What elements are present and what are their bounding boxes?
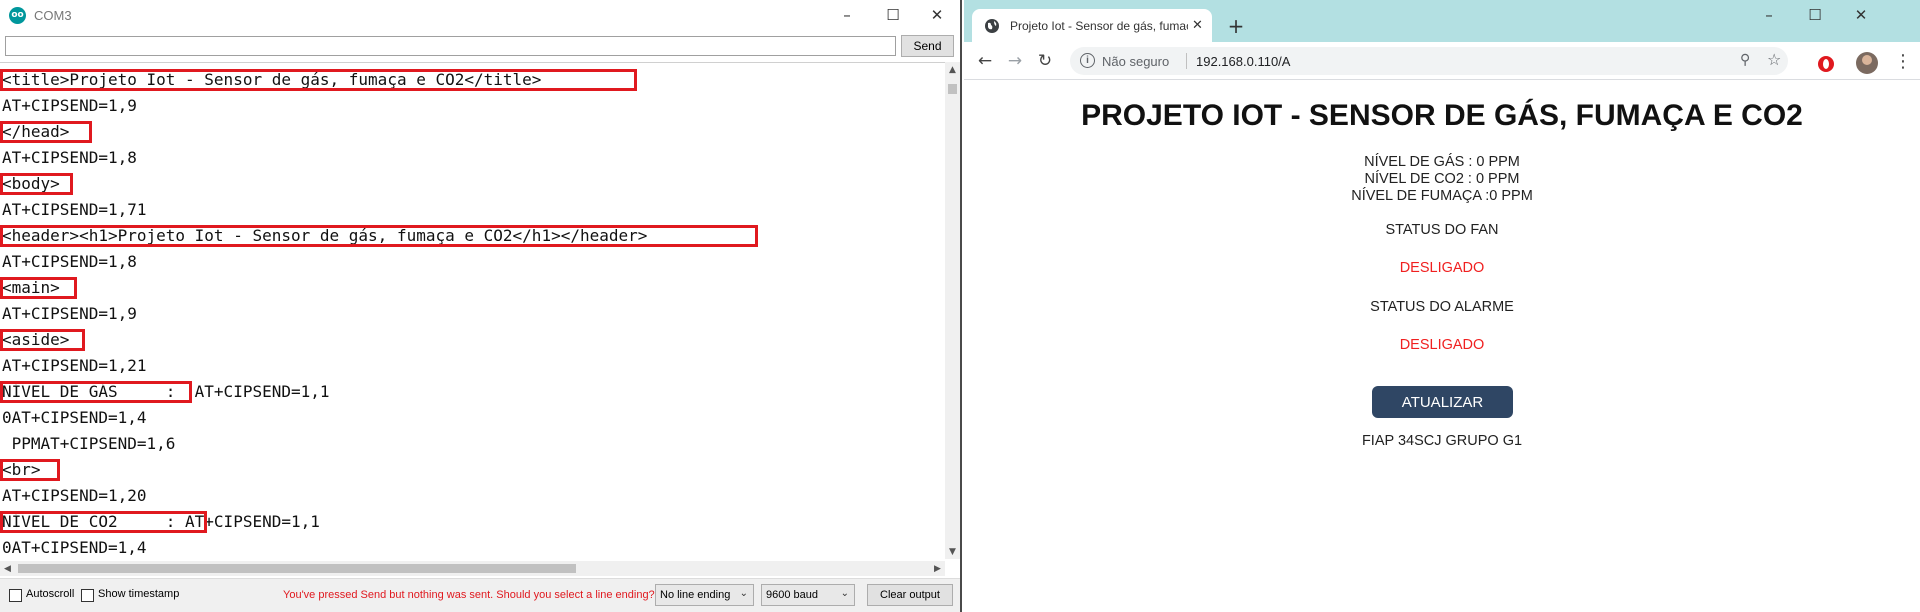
scroll-thumb[interactable] xyxy=(948,84,957,94)
page-title: PROJETO IOT - SENSOR DE GÁS, FUMAÇA E CO… xyxy=(1081,99,1803,132)
close-tab-icon[interactable]: ✕ xyxy=(1192,18,1203,33)
tab-active[interactable]: Projeto Iot - Sensor de gás, fumaça e CO… xyxy=(972,9,1212,42)
baud-rate-select[interactable]: 9600 baud ⌄ xyxy=(761,584,855,606)
serial-output[interactable]: <title>Projeto Iot - Sensor de gás, fuma… xyxy=(0,62,945,559)
output-line: AT+CIPSEND=1,20 xyxy=(2,486,147,505)
close-icon[interactable]: ✕ xyxy=(1838,0,1884,30)
output-line: AT+CIPSEND=1,9 xyxy=(2,304,137,323)
maximize-icon[interactable]: ☐ xyxy=(1792,0,1838,30)
line-ending-value: No line ending xyxy=(660,589,731,601)
back-icon[interactable]: ← xyxy=(972,48,998,74)
horizontal-scrollbar[interactable]: ◀ ▶ xyxy=(0,561,945,576)
output-line: AT+CIPSEND=1,8 xyxy=(2,252,137,271)
highlight-box xyxy=(0,69,637,91)
chevron-down-icon: ⌄ xyxy=(840,588,849,599)
clear-output-button[interactable]: Clear output xyxy=(867,584,953,606)
highlight-box xyxy=(0,121,92,143)
highlight-box xyxy=(0,173,73,195)
url-text: 192.168.0.110/A xyxy=(1196,54,1291,69)
smoke-level: NÍVEL DE FUMAÇA :0 PPM xyxy=(1351,188,1533,204)
baud-rate-value: 9600 baud xyxy=(766,589,818,601)
forward-icon[interactable]: → xyxy=(1002,48,1028,74)
serial-statusbar: Autoscroll Show timestamp You've pressed… xyxy=(0,578,960,612)
close-icon[interactable]: ✕ xyxy=(914,0,960,30)
new-tab-icon[interactable]: + xyxy=(1222,12,1250,40)
menu-icon[interactable]: ⋮ xyxy=(1894,52,1912,72)
scroll-down-icon[interactable]: ▼ xyxy=(945,544,960,559)
separator xyxy=(1186,53,1187,69)
output-line: 0AT+CIPSEND=1,4 xyxy=(2,408,147,427)
globe-icon xyxy=(985,18,999,33)
tab-title: Projeto Iot - Sensor de gás, fumaça e CO… xyxy=(1010,18,1188,33)
output-line: AT+CIPSEND=1,71 xyxy=(2,200,147,219)
send-row: Send xyxy=(0,34,960,57)
output-line: 0AT+CIPSEND=1,4 xyxy=(2,538,147,557)
autoscroll-label: Autoscroll xyxy=(26,588,75,600)
line-ending-select[interactable]: No line ending ⌄ xyxy=(655,584,754,606)
avatar[interactable] xyxy=(1856,52,1878,74)
chevron-down-icon: ⌄ xyxy=(739,588,748,599)
window-title: COM3 xyxy=(34,7,72,23)
gas-level: NÍVEL DE GÁS : 0 PPM xyxy=(1364,154,1520,170)
scroll-up-icon[interactable]: ▲ xyxy=(945,62,960,77)
opera-extension-icon[interactable] xyxy=(1818,56,1834,72)
serial-titlebar: oo COM3 – ☐ ✕ xyxy=(0,0,960,30)
info-icon[interactable]: i xyxy=(1080,53,1095,68)
tab-strip: Projeto Iot - Sensor de gás, fumaça e CO… xyxy=(964,0,1920,42)
serial-monitor-window: oo COM3 – ☐ ✕ Send <title>Projeto Iot - … xyxy=(0,0,962,612)
highlight-box xyxy=(0,277,77,299)
fan-status-label: STATUS DO FAN xyxy=(1385,222,1499,238)
alarm-status: DESLIGADO xyxy=(1399,337,1485,353)
bookmark-star-icon[interactable]: ☆ xyxy=(1767,50,1781,69)
maximize-icon[interactable]: ☐ xyxy=(870,0,916,30)
timestamp-checkbox[interactable] xyxy=(81,589,94,602)
web-page: PROJETO IOT - SENSOR DE GÁS, FUMAÇA E CO… xyxy=(964,81,1920,612)
output-line: AT+CIPSEND=1,8 xyxy=(2,148,137,167)
send-button[interactable]: Send xyxy=(901,35,954,57)
output-line: PPMAT+CIPSEND=1,6 xyxy=(2,434,176,453)
security-label: Não seguro xyxy=(1102,54,1170,69)
output-line: AT+CIPSEND=1,21 xyxy=(2,356,147,375)
scroll-right-icon[interactable]: ▶ xyxy=(930,561,945,576)
footer-text: FIAP 34SCJ GRUPO G1 xyxy=(1361,433,1523,449)
zoom-icon[interactable]: ⚲ xyxy=(1740,52,1750,68)
arduino-icon: oo xyxy=(9,6,26,24)
highlight-box xyxy=(0,381,192,403)
vertical-scrollbar[interactable]: ▲ ▼ xyxy=(945,62,960,559)
warning-text: You've pressed Send but nothing was sent… xyxy=(283,589,655,601)
highlight-box xyxy=(0,225,758,247)
fan-status: DESLIGADO xyxy=(1399,260,1485,276)
browser-window: Projeto Iot - Sensor de gás, fumaça e CO… xyxy=(964,0,1920,612)
timestamp-label: Show timestamp xyxy=(98,588,180,600)
address-bar[interactable]: i Não seguro 192.168.0.110/A ⚲ ☆ xyxy=(1070,47,1788,75)
output-line: AT+CIPSEND=1,9 xyxy=(2,96,137,115)
update-button[interactable]: ATUALIZAR xyxy=(1372,386,1513,418)
scroll-left-icon[interactable]: ◀ xyxy=(0,561,15,576)
minimize-icon[interactable]: – xyxy=(824,0,870,30)
alarm-status-label: STATUS DO ALARME xyxy=(1370,299,1514,315)
co2-level: NÍVEL DE CO2 : 0 PPM xyxy=(1364,171,1520,187)
highlight-box xyxy=(0,329,85,351)
minimize-icon[interactable]: – xyxy=(1746,0,1792,30)
serial-send-input[interactable] xyxy=(5,36,896,56)
highlight-box xyxy=(0,511,207,533)
reload-icon[interactable]: ↻ xyxy=(1032,48,1058,74)
autoscroll-checkbox[interactable] xyxy=(9,589,22,602)
highlight-box xyxy=(0,459,60,481)
scroll-thumb[interactable] xyxy=(18,564,576,573)
browser-toolbar: ← → ↻ i Não seguro 192.168.0.110/A ⚲ ☆ ⋮ xyxy=(964,42,1920,80)
